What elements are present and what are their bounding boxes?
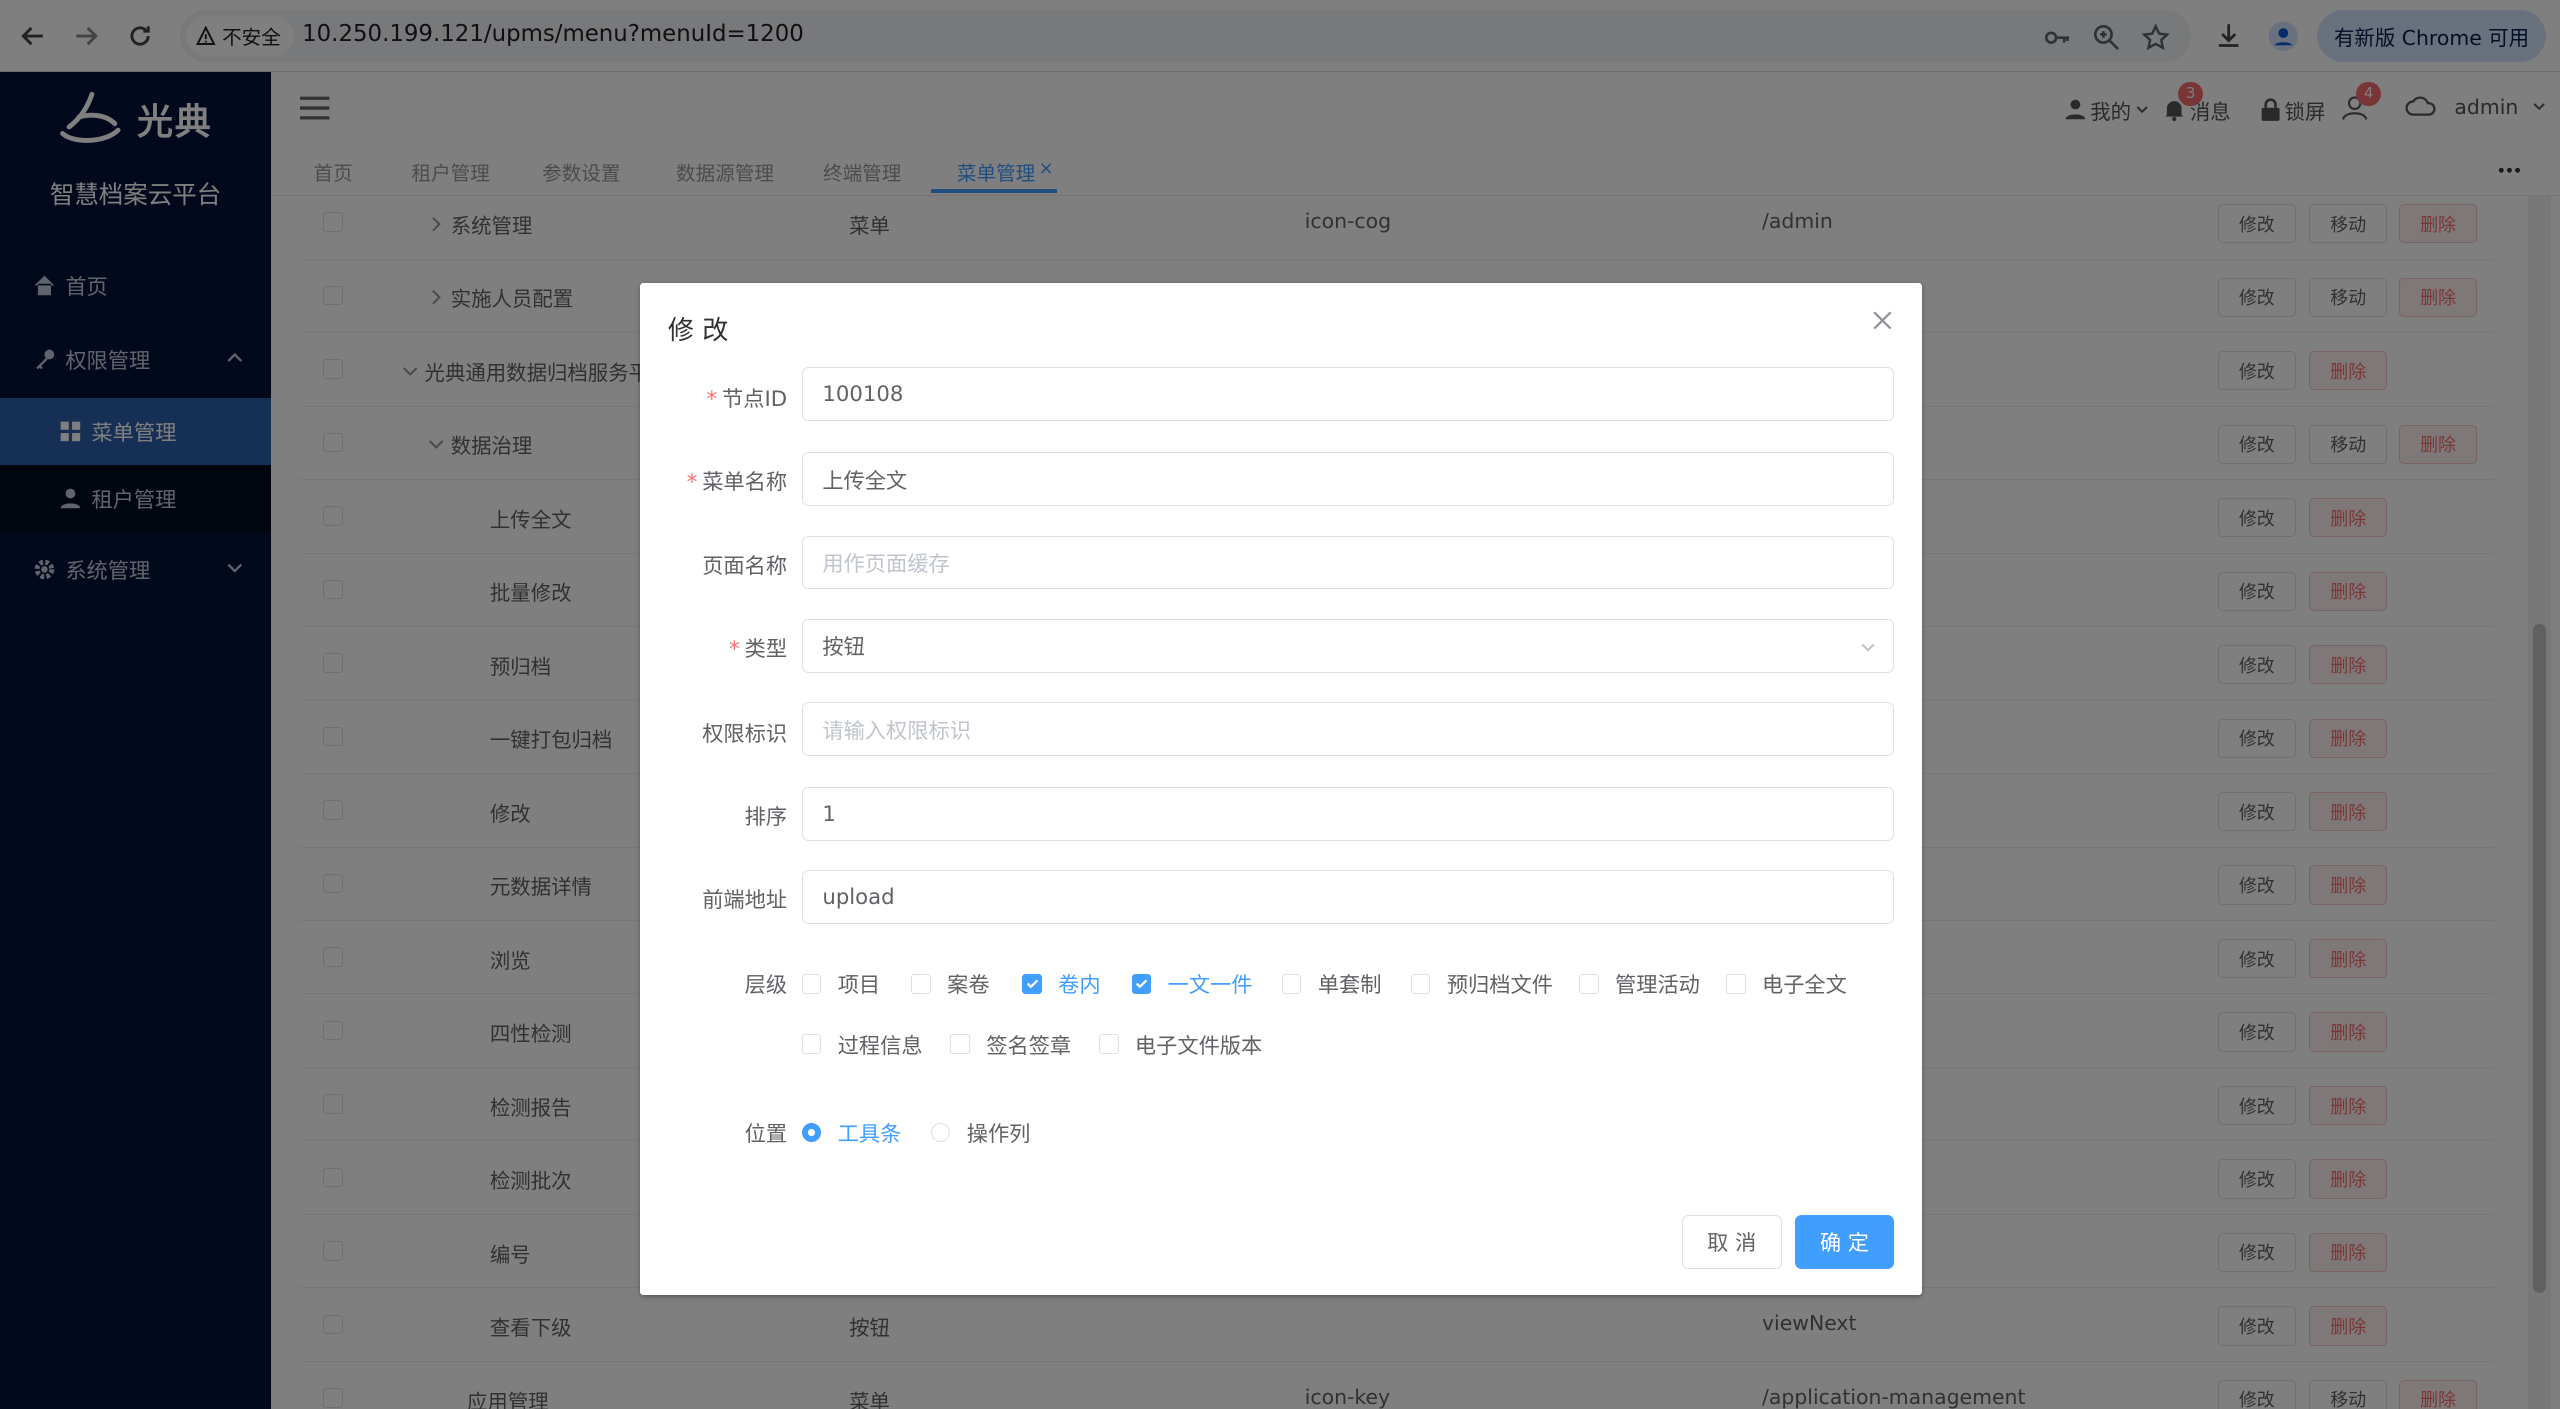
level-option-label: 案卷: [947, 973, 990, 999]
level-checkbox[interactable]: 电子全文: [1726, 968, 1847, 999]
radio-dot: [801, 1122, 822, 1143]
type-label: * 类型: [729, 636, 788, 662]
level-checkbox[interactable]: 单套制: [1281, 968, 1382, 999]
page-name-input[interactable]: 用作页面缓存: [801, 535, 1895, 590]
frontend-path-label: 前端地址: [702, 888, 788, 914]
confirm-button[interactable]: 确 定: [1794, 1214, 1895, 1269]
frontend-path-input[interactable]: upload: [801, 870, 1895, 925]
checkbox-box: [1726, 974, 1746, 994]
checkbox-box: [1281, 974, 1302, 994]
menu-name-label: * 菜单名称: [686, 470, 788, 496]
position-label: 位置: [744, 1121, 788, 1147]
menu-name-input[interactable]: 上传全文: [801, 452, 1895, 507]
permission-input[interactable]: 请输入权限标识: [801, 702, 1895, 757]
level-option-label: 过程信息: [837, 1033, 923, 1059]
level-option-label: 项目: [837, 973, 881, 999]
level-option-label: 单套制: [1317, 973, 1382, 999]
checkbox-box: [1579, 974, 1599, 994]
dialog-title: 修 改: [667, 315, 729, 346]
level-option-label: 管理活动: [1615, 973, 1700, 999]
level-checkbox[interactable]: 管理活动: [1579, 968, 1700, 999]
radio-dot: [930, 1122, 951, 1143]
cancel-button[interactable]: 取 消: [1681, 1214, 1782, 1269]
close-icon[interactable]: [1871, 309, 1894, 332]
level-option-label: 预归档文件: [1446, 973, 1553, 999]
level-option-label: 签名签章: [986, 1033, 1072, 1059]
sort-label: 排序: [744, 805, 788, 831]
checkbox-box: [1410, 974, 1431, 994]
level-checkbox[interactable]: 电子文件版本: [1098, 1029, 1263, 1060]
level-option-label: 电子文件版本: [1134, 1033, 1263, 1059]
edit-dialog: 修 改 * 节点ID 100108 * 菜单名称 上传全文 页面名称 用作页面缓存 …: [640, 282, 1923, 1295]
checkmark-icon: [1022, 974, 1042, 994]
node-id-input[interactable]: 100108: [801, 367, 1895, 422]
level-label: 层级: [744, 973, 788, 999]
position-radio-toolbar[interactable]: 工具条: [801, 1117, 901, 1148]
level-checkbox[interactable]: 签名签章: [950, 1029, 1071, 1060]
level-option-label: 一文一件: [1167, 973, 1253, 999]
page-name-label: 页面名称: [702, 553, 788, 579]
node-id-label: * 节点ID: [706, 387, 788, 413]
chevron-down-icon: [1861, 643, 1875, 652]
checkbox-box: [950, 1034, 970, 1055]
level-option-label: 卷内: [1058, 973, 1101, 999]
checkmark-icon: [1131, 974, 1152, 994]
level-checkbox[interactable]: 卷内: [1022, 968, 1101, 999]
level-checkbox[interactable]: 案卷: [911, 968, 990, 999]
type-select[interactable]: 按钮: [801, 618, 1895, 673]
level-checkbox[interactable]: 预归档文件: [1410, 968, 1553, 999]
checkbox-box: [801, 1034, 822, 1055]
checkbox-box: [911, 974, 931, 994]
permission-label: 权限标识: [702, 721, 788, 747]
level-checkbox[interactable]: 项目: [801, 968, 881, 999]
position-radio-action-column[interactable]: 操作列: [930, 1117, 1030, 1148]
level-checkbox[interactable]: 一文一件: [1131, 968, 1253, 999]
level-option-label: 电子全文: [1761, 973, 1847, 999]
sort-input[interactable]: 1: [801, 787, 1895, 841]
level-checkbox[interactable]: 过程信息: [801, 1029, 923, 1060]
checkbox-box: [1098, 1034, 1119, 1055]
checkbox-box: [801, 974, 822, 994]
